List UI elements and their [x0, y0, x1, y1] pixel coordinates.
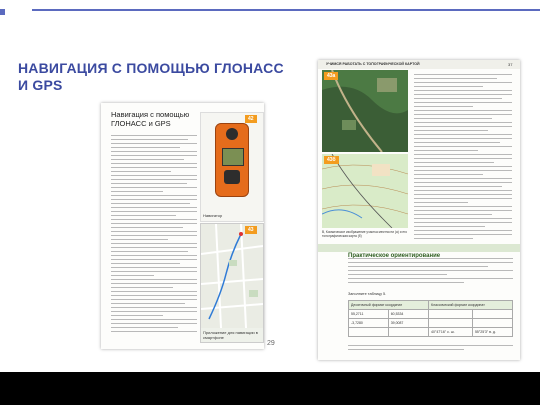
textbook-page-right: УЧИМСЯ РАБОТАТЬ С ТОПОГРАФИЧЕСКОЙ КАРТОЙ… [318, 60, 520, 360]
task-label: Заполните таблицу 5. [348, 292, 387, 296]
figure-badge: 43а [324, 72, 339, 80]
left-page-text [111, 135, 197, 335]
coordinates-table: Десятичный формат координат Классический… [347, 300, 514, 337]
figure-badge: 43 [245, 226, 257, 234]
table-row: 40°47'16'' с. ш. 55°25'3'' в. д. [348, 327, 514, 337]
right-page-header: УЧИМСЯ РАБОТАТЬ С ТОПОГРАФИЧЕСКОЙ КАРТОЙ [326, 62, 420, 66]
photo-caption: В, Космическое изображение участка местн… [322, 230, 407, 238]
slide-page-number: 29 [267, 340, 275, 347]
table-header-decimal: Десятичный формат координат [347, 300, 430, 310]
right-page-text [414, 74, 512, 242]
gps-device-icon [215, 123, 249, 197]
table-row: -3,7280 39,0087 [348, 318, 514, 328]
table-row: 55,2711 60,5334 [348, 309, 514, 319]
textbook-page-left: Навигация с помощью ГЛОНАСС и GPS 42 Нав… [101, 103, 264, 349]
table-header-classic: Классический формат координат [428, 300, 513, 310]
left-page-heading: Навигация с помощью ГЛОНАСС и GPS [111, 110, 190, 128]
figure-badge: 42 [245, 115, 257, 123]
page-footer-text [348, 345, 513, 353]
map-caption: Приложение для навигации в смартфоне [203, 330, 258, 340]
device-caption: Навигатор [203, 213, 223, 218]
right-page-number: 37 [508, 62, 513, 67]
map-roads [201, 224, 263, 329]
section-band: Практическое ориентирование [318, 244, 520, 259]
slide-title: НАВИГАЦИЯ С ПОМОЩЬЮ ГЛОНАСС И GPS [18, 60, 284, 93]
satellite-image: 43а [322, 70, 408, 152]
slide: НАВИГАЦИЯ С ПОМОЩЬЮ ГЛОНАСС И GPS Навига… [0, 0, 540, 372]
accent-bar-left [0, 9, 5, 15]
accent-bar-top [32, 9, 540, 11]
figure-badge: 43б [324, 156, 339, 164]
topographic-map-image: 43б [322, 154, 408, 228]
smartphone-map-image: 43 Приложение для навигации в смартфоне [200, 223, 264, 343]
navigator-device-image: 42 Навигатор [200, 112, 264, 222]
task-text [348, 258, 513, 286]
